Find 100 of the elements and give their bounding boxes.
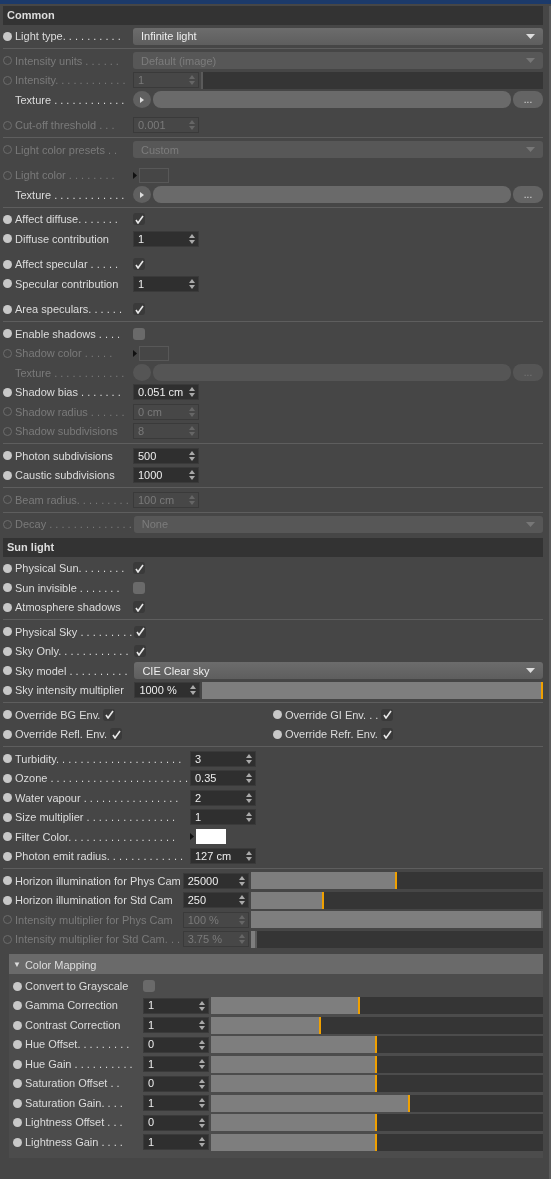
keyframe-dot-icon[interactable] xyxy=(273,729,282,739)
number-field[interactable]: 0 xyxy=(143,1114,209,1131)
keyframe-dot-icon[interactable] xyxy=(3,279,12,289)
texture-button[interactable] xyxy=(133,91,151,109)
number-field[interactable]: 1 xyxy=(143,1095,209,1111)
keyframe-dot-icon[interactable] xyxy=(3,832,12,842)
keyframe-dot-icon[interactable] xyxy=(3,214,12,224)
texture-button[interactable] xyxy=(133,186,151,204)
number-field[interactable]: 2 xyxy=(190,789,256,806)
checkbox[interactable] xyxy=(381,708,394,721)
keyframe-dot-icon[interactable] xyxy=(3,470,12,480)
keyframe-dot-icon[interactable] xyxy=(13,981,22,991)
keyframe-dot-icon[interactable] xyxy=(3,710,12,720)
keyframe-dot-icon[interactable] xyxy=(13,1098,22,1108)
slider-track[interactable] xyxy=(211,1114,543,1131)
slider-thumb[interactable] xyxy=(358,997,361,1014)
keyframe-dot-icon[interactable] xyxy=(3,602,12,612)
number-field[interactable]: 1 xyxy=(133,230,199,247)
keyframe-dot-icon[interactable] xyxy=(13,1040,22,1049)
keyframe-dot-icon[interactable] xyxy=(3,793,12,803)
number-field[interactable]: 0.35 xyxy=(190,770,256,787)
number-field[interactable]: 1 xyxy=(143,1134,209,1150)
slider-track[interactable] xyxy=(211,1055,543,1073)
keyframe-dot-icon[interactable] xyxy=(3,685,12,695)
keyframe-dot-icon[interactable] xyxy=(3,304,12,314)
number-field[interactable]: 1000 % xyxy=(134,682,201,699)
number-field[interactable]: 25000 xyxy=(182,872,249,889)
keyframe-dot-icon[interactable] xyxy=(13,1020,22,1030)
keyframe-dot-icon[interactable] xyxy=(3,876,12,886)
keyframe-dot-icon[interactable] xyxy=(3,773,12,783)
checkbox[interactable] xyxy=(133,327,145,340)
dropdown[interactable]: Infinite light xyxy=(133,27,543,45)
keyframe-dot-icon[interactable] xyxy=(3,895,12,905)
keyframe-dot-icon[interactable] xyxy=(3,851,12,861)
checkbox[interactable] xyxy=(133,258,145,271)
keyframe-dot-icon[interactable] xyxy=(13,1079,22,1088)
number-field[interactable]: 1 xyxy=(190,809,256,826)
number-field[interactable]: 0 xyxy=(143,1036,209,1053)
keyframe-dot-icon[interactable] xyxy=(3,234,12,244)
keyframe-dot-icon[interactable] xyxy=(3,451,12,461)
spinner-icon xyxy=(199,1098,205,1108)
number-field[interactable]: 1 xyxy=(143,1056,209,1072)
keyframe-dot-icon[interactable] xyxy=(3,563,12,573)
collapse-toggle[interactable]: ▼ xyxy=(13,959,21,971)
checkbox[interactable] xyxy=(103,708,116,721)
checkbox[interactable] xyxy=(133,601,145,614)
checkbox[interactable] xyxy=(133,581,145,594)
checkbox[interactable] xyxy=(133,562,145,575)
keyframe-dot-icon[interactable] xyxy=(3,754,12,764)
keyframe-dot-icon[interactable] xyxy=(3,259,12,269)
keyframe-dot-icon[interactable] xyxy=(3,729,12,739)
number-field[interactable]: 500 xyxy=(133,447,199,464)
keyframe-dot-icon[interactable] xyxy=(273,710,282,720)
slider-track[interactable] xyxy=(211,1133,543,1151)
browse-button[interactable]: ... xyxy=(513,186,543,204)
slider-track[interactable] xyxy=(211,1094,543,1112)
keyframe-dot-icon[interactable] xyxy=(3,31,12,41)
slider-thumb[interactable] xyxy=(321,891,324,909)
checkbox[interactable] xyxy=(143,980,155,992)
keyframe-dot-icon[interactable] xyxy=(13,1118,22,1127)
slider-thumb[interactable] xyxy=(394,872,397,890)
slider-track[interactable] xyxy=(211,1075,543,1092)
slider-thumb[interactable] xyxy=(318,1016,321,1034)
slider-track[interactable] xyxy=(211,1036,543,1053)
number-field[interactable]: 0 xyxy=(143,1075,209,1092)
checkbox[interactable] xyxy=(133,303,145,316)
keyframe-dot-icon[interactable] xyxy=(13,1137,22,1147)
number-field[interactable]: 127 cm xyxy=(190,848,256,865)
number-field[interactable]: 250 xyxy=(182,892,249,909)
slider-track[interactable] xyxy=(211,1016,543,1034)
checkbox[interactable] xyxy=(134,625,147,638)
slider-track[interactable] xyxy=(201,71,543,89)
number-field[interactable]: 1000 xyxy=(133,467,199,484)
keyframe-dot-icon[interactable] xyxy=(3,666,12,676)
keyframe-dot-icon[interactable] xyxy=(13,1059,22,1069)
texture-field[interactable] xyxy=(153,91,511,109)
keyframe-dot-icon[interactable] xyxy=(3,812,12,822)
number-field[interactable]: 1 xyxy=(143,1017,209,1033)
keyframe-dot-icon[interactable] xyxy=(3,387,12,397)
keyframe-dot-icon[interactable] xyxy=(13,1001,22,1010)
number-field[interactable]: 0.051 cm xyxy=(133,384,199,401)
slider-thumb[interactable] xyxy=(408,1094,411,1112)
checkbox[interactable] xyxy=(380,728,393,741)
section-header[interactable]: ▼ Color Mapping xyxy=(9,954,543,975)
keyframe-dot-icon[interactable] xyxy=(3,329,12,339)
caret-icon xyxy=(526,147,535,153)
dropdown[interactable]: CIE Clear sky xyxy=(134,662,543,680)
slider-track[interactable] xyxy=(211,997,543,1014)
field-label: Saturation Offset . . xyxy=(25,1076,120,1092)
checkbox[interactable] xyxy=(110,728,123,741)
number-field[interactable]: 3 xyxy=(190,750,256,767)
browse-button[interactable]: ... xyxy=(513,91,543,109)
texture-field[interactable] xyxy=(153,186,511,204)
keyframe-dot-icon[interactable] xyxy=(3,627,12,637)
number-field[interactable]: 1 xyxy=(133,275,199,292)
keyframe-dot-icon[interactable] xyxy=(3,583,12,593)
checkbox[interactable] xyxy=(133,213,145,226)
checkbox[interactable] xyxy=(134,645,147,658)
number-field[interactable]: 1 xyxy=(143,997,209,1014)
keyframe-dot-icon[interactable] xyxy=(3,646,12,656)
